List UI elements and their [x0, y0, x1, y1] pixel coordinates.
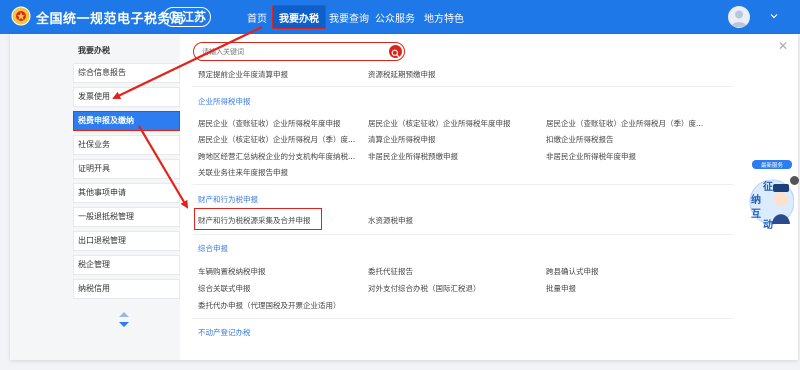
link-eit-10[interactable]: 关联业务往来年度报告申报 — [198, 167, 288, 178]
service-widget[interactable]: 最新服务 征 纳 互 动 — [746, 160, 795, 232]
region-label: 江苏 — [182, 10, 207, 24]
sidebar-title: 我要办税 — [78, 46, 110, 55]
scroll-up-icon[interactable] — [118, 311, 130, 318]
nav-local-features[interactable]: 地方特色 — [424, 10, 464, 25]
user-icon — [731, 10, 747, 27]
section-title-real-estate: 不动产登记办税 — [198, 328, 251, 337]
customer-service-avatar-icon: 最新服务 征 纳 互 动 — [749, 160, 795, 231]
link-water-resource-tax[interactable]: 水资源税申报 — [368, 215, 413, 226]
nav-tax-handling[interactable]: 我要办税 — [272, 5, 326, 29]
widget-char-na: 纳 — [751, 193, 761, 206]
sidebar-item-tax-credit[interactable]: 纳税信用 — [73, 279, 180, 299]
chevron-down-icon[interactable] — [770, 12, 778, 20]
divider — [193, 184, 733, 185]
section-title-property-behavior-tax: 财产和行为税申报 — [198, 195, 258, 204]
tax-bureau-logo-icon — [11, 6, 31, 26]
nav-query[interactable]: 我要查询 — [329, 10, 369, 25]
link-eit-6[interactable]: 扣缴企业所得税报告 — [546, 134, 614, 145]
link-eit-2[interactable]: 居民企业（核定征收）企业所得税年度申报 — [368, 118, 511, 129]
link-top-1[interactable]: 预定提前企业年度清算申报 — [198, 69, 288, 80]
link-comp-3[interactable]: 跨县确认式申报 — [546, 266, 599, 277]
section-title-enterprise-income-tax: 企业所得税申报 — [198, 97, 251, 106]
widget-char-hu: 互 — [751, 208, 761, 220]
link-eit-4[interactable]: 居民企业（核定征收）企业所得税月（季）度... — [198, 134, 355, 145]
user-avatar[interactable] — [728, 6, 750, 28]
link-comp-7[interactable]: 委托代办申报（代理国税及开票企业适用） — [198, 300, 341, 311]
close-icon[interactable]: ✕ — [778, 39, 788, 53]
widget-close-icon[interactable] — [790, 176, 799, 185]
link-eit-8[interactable]: 非居民企业所得税预缴申报 — [368, 151, 458, 162]
search-button[interactable] — [389, 45, 402, 58]
link-property-tax-combined[interactable]: 财产和行为税税源采集及合并申报 — [198, 215, 311, 226]
region-selector[interactable]: 江苏 — [163, 7, 211, 27]
link-eit-9[interactable]: 非居民企业所得税年度申报 — [546, 151, 636, 162]
search-icon — [391, 49, 400, 58]
menu-panel: 我要办税 综合信息报告 发票使用 税费申报及缴纳 社保业务 证明开具 其他事项申… — [10, 34, 798, 360]
link-comp-2[interactable]: 委托代征报告 — [368, 266, 413, 277]
link-eit-5[interactable]: 清算企业所得税申报 — [368, 134, 436, 145]
nav-home[interactable]: 首页 — [247, 10, 267, 25]
sidebar-item-other-applications[interactable]: 其他事项申请 — [73, 183, 180, 203]
link-comp-6[interactable]: 批量申报 — [546, 283, 576, 294]
divider — [193, 234, 733, 235]
divider — [193, 318, 733, 319]
sidebar-item-invoice-use[interactable]: 发票使用 — [73, 87, 180, 107]
search-box — [193, 42, 405, 61]
widget-label-top: 最新服务 — [761, 161, 784, 169]
sidebar-item-export-refund[interactable]: 出口退税管理 — [73, 231, 180, 251]
menu-content: ✕ 预定提前企业年度清算申报 资源税延期预缴申报 企业所得税申报 居民企业（查账… — [180, 34, 798, 360]
link-comp-4[interactable]: 综合关联式申报 — [198, 283, 251, 294]
app-root: 全国统一规范电子税务局 江苏 首页 我要办税 我要查询 公众服务 地方特色 我要… — [0, 0, 800, 370]
sidebar-item-tax-declaration[interactable]: 税费申报及缴纳 — [73, 111, 180, 131]
widget-char-dong: 动 — [763, 218, 773, 231]
link-eit-1[interactable]: 居民企业（查账征收）企业所得税年度申报 — [198, 118, 341, 129]
top-header: 全国统一规范电子税务局 江苏 首页 我要办税 我要查询 公众服务 地方特色 — [0, 0, 800, 34]
link-eit-7[interactable]: 跨地区经营汇总纳税企业的分支机构年度纳税... — [198, 151, 355, 162]
sidebar-item-social-security[interactable]: 社保业务 — [73, 135, 180, 155]
link-comp-1[interactable]: 车辆购置税纳税申报 — [198, 266, 266, 277]
sidebar-item-info-report[interactable]: 综合信息报告 — [73, 63, 180, 83]
scroll-down-icon[interactable] — [118, 321, 130, 328]
divider — [193, 86, 733, 87]
link-eit-3[interactable]: 居民企业（查账征收）企业所得税月（季）度... — [546, 118, 703, 129]
search-input[interactable] — [202, 45, 382, 58]
widget-char-zheng: 征 — [763, 180, 773, 193]
nav-public-services[interactable]: 公众服务 — [375, 10, 415, 25]
location-pin-icon — [169, 11, 179, 23]
sidebar-item-refund-management[interactable]: 一般退抵税管理 — [73, 207, 180, 227]
link-comp-5[interactable]: 对外支付综合办税（国际汇税退） — [368, 283, 481, 294]
sidebar-item-enterprise-management[interactable]: 税企管理 — [73, 255, 180, 275]
sidebar-item-certificate[interactable]: 证明开具 — [73, 159, 180, 179]
sidebar: 我要办税 综合信息报告 发票使用 税费申报及缴纳 社保业务 证明开具 其他事项申… — [10, 34, 180, 360]
section-title-comprehensive: 综合申报 — [198, 244, 228, 253]
link-top-2[interactable]: 资源税延期预缴申报 — [368, 69, 436, 80]
